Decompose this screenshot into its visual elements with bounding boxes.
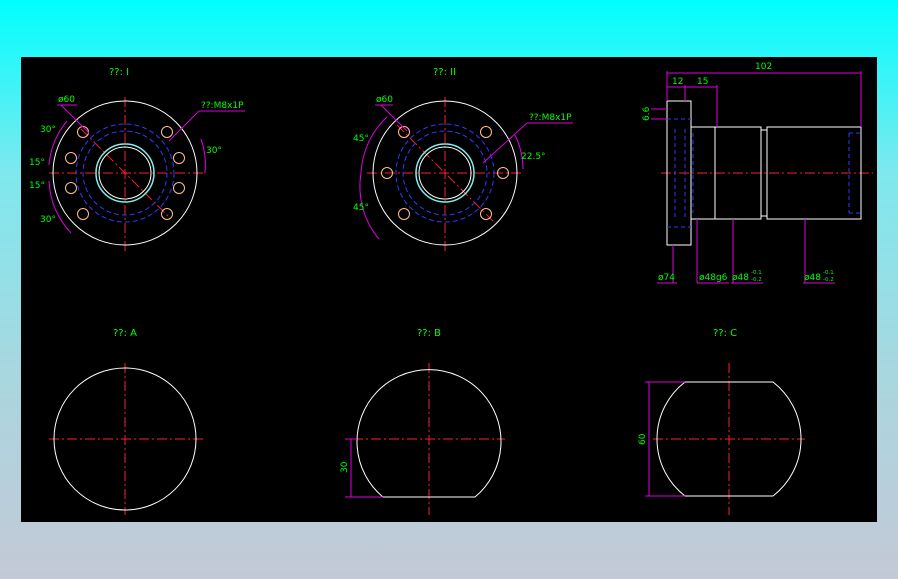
view-i-angle-label: 15° xyxy=(29,158,45,168)
view-iii-dim-d48a-lower: -0.2 xyxy=(751,277,762,283)
view-i-bolt-hole xyxy=(65,182,77,194)
view-b-dim-label: 30 xyxy=(340,461,350,473)
view-i: ??: I ø60 ??:M8x1P 30° 15° 15° 30° 30° xyxy=(29,67,245,251)
view-a: ??: A xyxy=(49,328,203,515)
view-iii-dim-d48b: ø48 xyxy=(804,273,821,283)
view-ii-title: ??: II xyxy=(433,67,456,78)
view-ii-thread-label: ??:M8x1P xyxy=(529,113,572,123)
view-i-bolt-hole xyxy=(173,182,185,194)
view-i-angle-label: 15° xyxy=(29,181,45,191)
view-c-title: ??: C xyxy=(713,328,737,339)
view-i-bolt-hole xyxy=(161,208,173,220)
view-i-title: ??: I xyxy=(109,67,129,78)
view-iii-dim-d48a: ø48 xyxy=(732,273,749,283)
view-ii-dia-leader xyxy=(380,104,408,132)
view-ii-dia-label: ø60 xyxy=(376,95,393,105)
view-a-title: ??: A xyxy=(113,328,137,339)
view-ii-angle-label: 45° xyxy=(353,134,369,144)
view-iii-dim-d74: ø74 xyxy=(658,273,675,283)
view-ii-bolt-hole xyxy=(398,208,410,220)
view-iii-dim-label: 102 xyxy=(755,62,772,72)
view-ii-angle-label: 45° xyxy=(353,203,369,213)
view-c: ??: C 60 xyxy=(638,328,805,515)
view-i-dia-label: ø60 xyxy=(58,95,75,105)
view-i-thread-leader xyxy=(168,110,200,142)
view-ii-bolt-hole xyxy=(480,208,492,220)
view-b: ??: B 30 xyxy=(340,328,505,515)
view-ii-bolt-hole xyxy=(480,126,492,138)
view-iii-dim-d48b-upper: -0.1 xyxy=(823,270,834,276)
view-i-bolt-hole xyxy=(173,152,185,164)
view-i-bolt-hole xyxy=(65,152,77,164)
view-i-angle-arc-right xyxy=(200,138,206,174)
view-iii-dim-label: 6.6 xyxy=(642,106,652,121)
view-i-bolt-hole xyxy=(161,126,173,138)
view-i-bolt-hole xyxy=(77,208,89,220)
view-i-bolt-hole xyxy=(77,126,89,138)
view-iii-dim-label: 15 xyxy=(697,77,708,87)
view-i-dia-leader xyxy=(60,104,90,134)
view-i-thread-label: ??:M8x1P xyxy=(201,101,244,111)
view-i-angle-arc-lower xyxy=(48,180,72,234)
cad-drawing: ??: I ø60 ??:M8x1P 30° 15° 15° 30° 30° ?… xyxy=(29,62,873,515)
view-c-dim-label: 60 xyxy=(638,433,648,445)
view-ii: ??: II ø60 ??:M8x1P 45° 45° 22.5° xyxy=(353,67,573,251)
view-iii-dim-d48g6: ø48g6 xyxy=(699,273,728,283)
view-iii-dim-label: 12 xyxy=(672,77,683,87)
view-i-angle-label: 30° xyxy=(40,125,56,135)
view-iii-dim-d48b-lower: -0.2 xyxy=(823,277,834,283)
view-ii-angle-label: 22.5° xyxy=(521,152,546,162)
drawing-sheet: ??: I ø60 ??:M8x1P 30° 15° 15° 30° 30° ?… xyxy=(21,57,877,522)
view-b-title: ??: B xyxy=(417,328,441,339)
view-iii: 12 15 102 6.6 ø74 ø48g6 ø48 -0.1 -0.2 ø4… xyxy=(642,62,873,284)
view-ii-angle-arc-upper xyxy=(360,116,388,174)
view-iii-dim-d48a-upper: -0.1 xyxy=(751,270,762,276)
view-i-angle-label: 30° xyxy=(40,215,56,225)
view-i-angle-label: 30° xyxy=(206,146,222,156)
